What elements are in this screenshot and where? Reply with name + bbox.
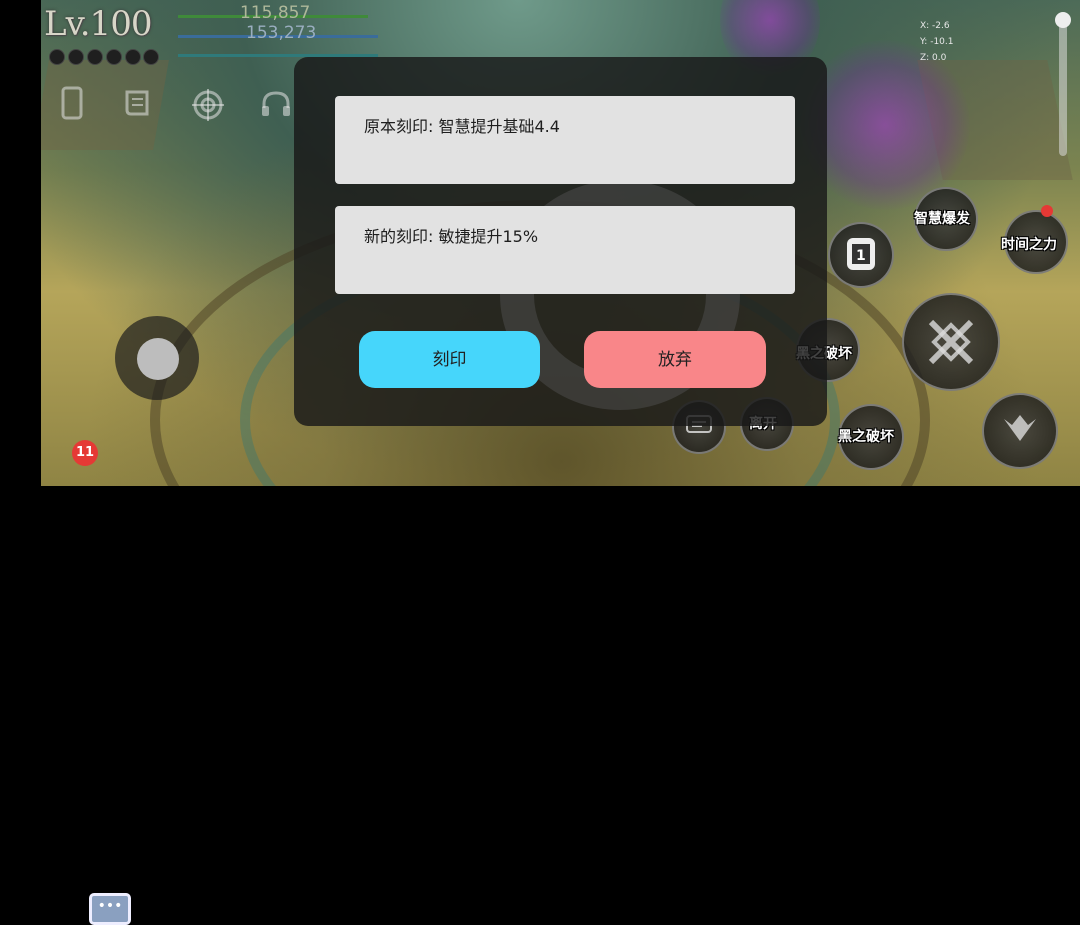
hp-value: 115,857: [240, 3, 311, 23]
coord-y: Y: -10.1: [920, 37, 954, 47]
coord-z: Z: 0.0: [920, 53, 947, 63]
skill-wisdom-burst-label: 智慧爆发: [914, 211, 970, 227]
new-engraving-box: 新的刻印: 敏捷提升15%: [335, 206, 795, 294]
player-level: Lv.100: [44, 4, 152, 44]
phone-icon-svg: [61, 86, 83, 120]
chat-bubble-icon: •••: [89, 893, 131, 925]
item-slot[interactable]: 1: [828, 222, 894, 288]
headset-icon[interactable]: [259, 88, 293, 122]
buff-orb: [49, 49, 65, 65]
attack-button[interactable]: [902, 293, 1000, 391]
skill-time-power-label: 时间之力: [1001, 237, 1057, 253]
scroll-icon[interactable]: [121, 86, 155, 120]
buff-orb: [68, 49, 84, 65]
chat-unread-badge: 11: [72, 440, 98, 466]
headset-icon-svg: [262, 91, 290, 116]
crossed-swords-icon: [928, 319, 974, 365]
engrave-button[interactable]: 刻印: [359, 331, 540, 388]
buff-orb: [87, 49, 103, 65]
scroll-icon-svg: [125, 90, 149, 116]
joystick-knob[interactable]: [137, 338, 179, 380]
skill-bat[interactable]: [982, 393, 1058, 469]
mp-value: 153,273: [246, 23, 317, 43]
buff-orb: [106, 49, 122, 65]
buff-orb: [125, 49, 141, 65]
bat-icon: [1004, 415, 1036, 441]
left-letterbox: [0, 0, 41, 486]
target-icon-svg: [192, 89, 224, 121]
coordinates-readout: X: -2.6 Y: -10.1 Z: 0.0: [920, 18, 953, 66]
coord-x: X: -2.6: [920, 21, 950, 31]
skill-dark-break-2-label: 黑之破坏: [838, 429, 894, 445]
target-icon[interactable]: [191, 88, 225, 122]
camera-zoom-slider-knob[interactable]: [1055, 12, 1071, 28]
original-engraving-text: 原本刻印: 智慧提升基础4.4: [364, 117, 560, 136]
phone-icon[interactable]: [55, 86, 89, 120]
abandon-button[interactable]: 放弃: [584, 331, 766, 388]
camera-zoom-slider[interactable]: [1059, 14, 1067, 156]
item-slot-number: 1: [856, 248, 866, 264]
original-engraving-box: 原本刻印: 智慧提升基础4.4: [335, 96, 795, 184]
new-engraving-text: 新的刻印: 敏捷提升15%: [364, 227, 539, 246]
time-power-indicator-icon: [1041, 205, 1053, 217]
buff-orb: [143, 49, 159, 65]
